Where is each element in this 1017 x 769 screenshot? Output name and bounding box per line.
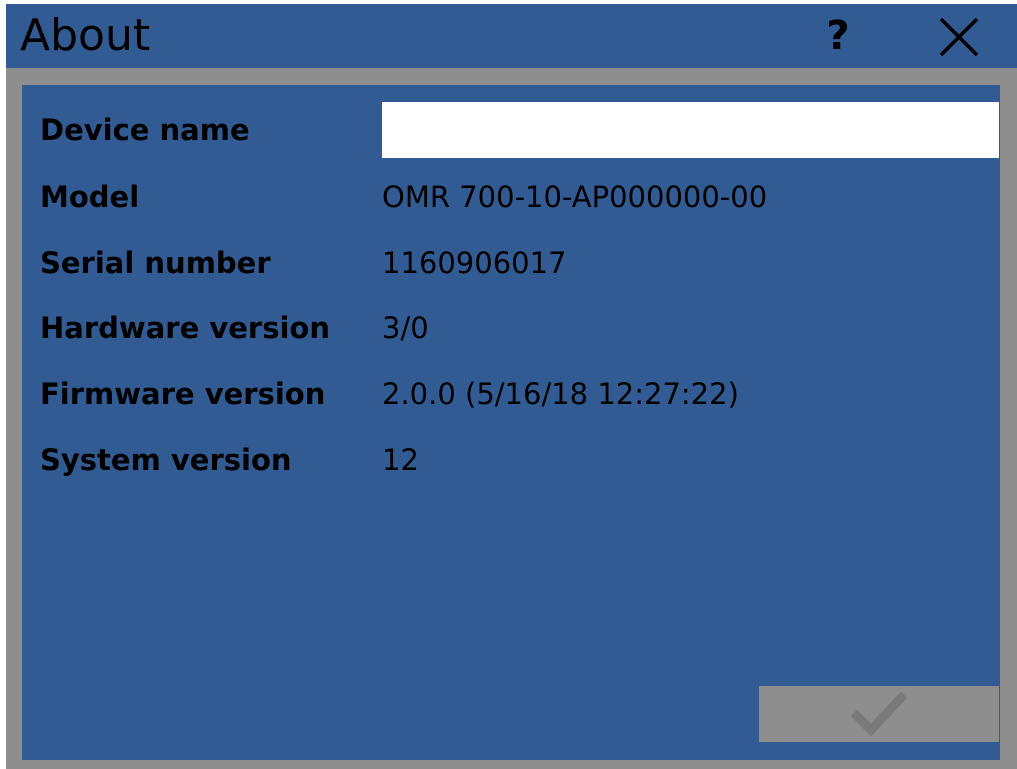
hardware-version-value: 3/0 bbox=[382, 311, 429, 345]
hardware-version-label: Hardware version bbox=[40, 311, 330, 345]
about-content-panel: Device name Model OMR 700-10-AP000000-00… bbox=[22, 85, 1000, 760]
device-name-input[interactable] bbox=[382, 102, 999, 158]
firmware-version-label: Firmware version bbox=[40, 377, 326, 411]
ok-button[interactable] bbox=[759, 686, 999, 742]
checkmark-icon bbox=[851, 692, 907, 736]
serial-number-label: Serial number bbox=[40, 246, 271, 280]
model-label: Model bbox=[40, 180, 140, 214]
system-version-label: System version bbox=[40, 443, 292, 477]
model-value: OMR 700-10-AP000000-00 bbox=[382, 180, 768, 214]
close-x-icon bbox=[939, 17, 979, 57]
dialog-title: About bbox=[20, 10, 151, 61]
title-bar: About ? bbox=[6, 4, 1017, 68]
close-button[interactable] bbox=[934, 12, 984, 62]
question-mark-icon: ? bbox=[826, 13, 850, 59]
firmware-version-value: 2.0.0 (5/16/18 12:27:22) bbox=[382, 377, 739, 411]
serial-number-value: 1160906017 bbox=[382, 246, 567, 280]
device-name-label: Device name bbox=[40, 113, 250, 147]
about-dialog: About ? Device name Model OMR 700-10-AP0… bbox=[6, 4, 1017, 769]
help-button[interactable]: ? bbox=[812, 10, 864, 62]
system-version-value: 12 bbox=[382, 443, 419, 477]
